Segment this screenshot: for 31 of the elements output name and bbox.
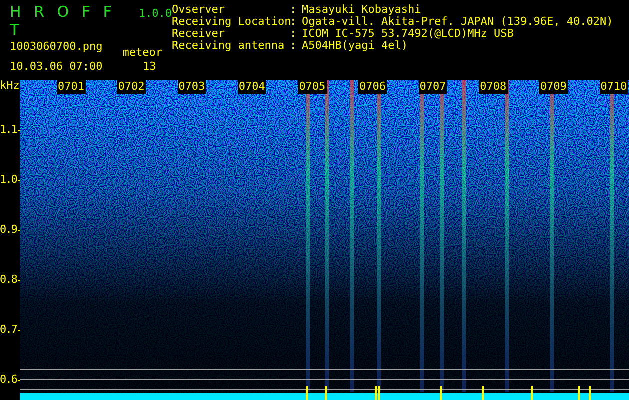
separator: : [290,28,298,40]
time-label: 0706 [358,80,387,94]
time-label: 0705 [298,80,327,94]
field-value: Ogata-vill. Akita-Pref. JAPAN (139.96E, 40.02N) [301,16,614,28]
field-label: Ovserver [172,4,226,16]
separator: : [290,40,298,52]
frequency-label: 0.7 [0,324,17,336]
frequency-label: 0.9 [0,224,17,236]
time-label: 0709 [539,80,568,94]
field-label: Receiving antenna [172,40,286,52]
date-time: 10.03.06 07:00 [10,61,103,73]
unit-label: kHz [0,80,20,94]
separator: : [290,4,298,16]
frequency-label: 0.6 [0,374,17,386]
separator: : [290,16,298,28]
field-value: ICOM IC-575 53.7492(@LCD)MHz USB [301,28,514,40]
file-name: 1003060700.png [10,41,103,53]
field-value: Masayuki Kobayashi [301,4,422,16]
frequency-label: 1.1 [0,124,17,136]
time-label: 0708 [479,80,508,94]
time-label: 0707 [418,80,448,94]
frequency-label: 0.8 [0,274,17,286]
time-label: 0710 [600,80,628,94]
field-label: Receiving Location [172,16,290,28]
field-value: A504HB(yagi 4el) [301,40,408,52]
version-label: 1.0.0 [138,7,172,20]
field-label: Receiver [172,28,225,40]
frequency-label: 1.0 [0,174,17,186]
meteor-label: meteor [122,47,162,59]
app-title: H R O F F T [10,3,116,39]
meteor-count: 13 [142,61,156,73]
